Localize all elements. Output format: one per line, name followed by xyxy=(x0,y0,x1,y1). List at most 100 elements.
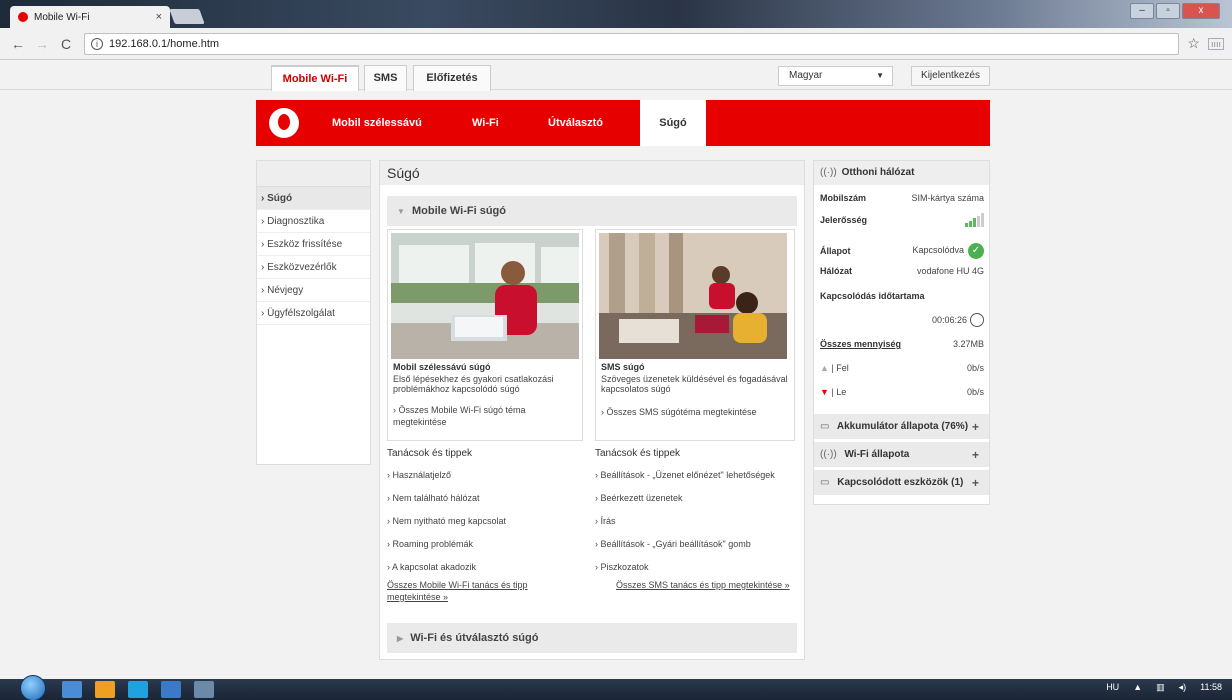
url-input[interactable]: i 192.168.0.1/home.htm xyxy=(84,32,1180,55)
bookmark-star-icon[interactable]: ☆ xyxy=(1187,35,1200,52)
minimize-button[interactable]: ‒ xyxy=(1130,3,1154,19)
duration-value: 00:06:26 xyxy=(931,315,967,325)
all-sms-help-link[interactable]: › Összes SMS súgótéma megtekintése xyxy=(601,406,787,418)
tip-link[interactable]: › Beérkezett üzenetek xyxy=(595,493,683,503)
tab-mobile-wifi[interactable]: Mobile Wi-Fi xyxy=(271,65,359,91)
download-label: | Le xyxy=(831,387,847,397)
panel-header: ((·)) Otthoni hálózat xyxy=(814,161,989,185)
window-controls: ‒ ▫ x xyxy=(1130,3,1220,19)
outlook-taskbar-icon[interactable] xyxy=(95,681,115,698)
wifi-router-help-section[interactable]: ▶ Wi-Fi és útválasztó súgó xyxy=(387,623,797,653)
section-title: Mobile Wi-Fi súgó xyxy=(411,205,506,217)
sidebar-item-device-update[interactable]: › Eszköz frissítése xyxy=(257,233,370,256)
extension-icon[interactable]: ıııı xyxy=(1207,37,1224,50)
sidebar-item-diagnostics[interactable]: › Diagnosztika xyxy=(257,210,370,233)
wifi-status-accordion[interactable]: ((·)) Wi-Fi állapota + xyxy=(814,441,989,467)
tip-link[interactable]: › Piszkozatok xyxy=(595,562,649,572)
tip-link[interactable]: › Használatjelző xyxy=(387,470,451,480)
tip-link[interactable]: › Beállítások - „Üzenet előnézet" lehető… xyxy=(595,470,775,480)
battery-status-accordion[interactable]: ▭ Akkumulátor állapota (76%) + xyxy=(814,413,989,439)
internet-explorer-taskbar-icon[interactable] xyxy=(161,681,181,698)
start-button[interactable] xyxy=(20,675,46,700)
all-mobile-wifi-help-link[interactable]: › Összes Mobile Wi-Fi súgó téma megtekin… xyxy=(393,404,579,428)
mobile-number-label: Mobilszám xyxy=(820,193,867,203)
language-indicator[interactable]: HU xyxy=(1106,682,1119,693)
tip-link[interactable]: › Nem található hálózat xyxy=(387,493,480,503)
tab-subscription[interactable]: Előfizetés xyxy=(413,65,491,91)
status-row: Állapot Kapcsolódva ✓ xyxy=(820,243,984,259)
chrome-taskbar-icon[interactable] xyxy=(62,681,82,698)
tips-title-left: Tanácsok és tippek xyxy=(387,448,473,459)
tab-sms[interactable]: SMS xyxy=(364,65,407,91)
connected-devices-accordion[interactable]: ▭ Kapcsolódott eszközök (1) + xyxy=(814,469,989,495)
total-usage-link[interactable]: Összes mennyiség xyxy=(820,339,901,349)
status-value: Kapcsolódva xyxy=(912,245,964,255)
nav-router[interactable]: Útválasztó xyxy=(548,100,603,146)
chevron-down-icon: ▼ xyxy=(397,207,405,216)
top-navigation: Mobile Wi-Fi SMS Előfizetés Magyar ▼ Kij… xyxy=(0,60,1232,91)
clock-time[interactable]: 11:58 xyxy=(1200,682,1222,693)
skype-taskbar-icon[interactable] xyxy=(128,681,148,698)
nav-help[interactable]: Súgó xyxy=(640,100,706,146)
sidebar-item-help[interactable]: › Súgó xyxy=(257,187,370,210)
tip-link[interactable]: › Beállítások - „Gyári beállítások" gomb xyxy=(595,539,751,549)
home-network-panel: ((·)) Otthoni hálózat Mobilszám SIM-kárt… xyxy=(813,160,990,505)
vodafone-logo-icon[interactable] xyxy=(269,108,299,138)
mobile-wifi-help-section[interactable]: ▼ Mobile Wi-Fi súgó xyxy=(387,196,797,226)
nav-mobile-broadband[interactable]: Mobil szélessávú xyxy=(332,100,422,146)
download-row: ▼ | Le 0b/s xyxy=(820,387,984,397)
network-label: Hálózat xyxy=(820,266,853,276)
wifi-icon: ((·)) xyxy=(820,449,837,460)
sidebar-header xyxy=(257,161,370,187)
windows-taskbar: HU ▲ ▥ ◂) 11:58 xyxy=(0,675,1232,700)
signal-strength-icon xyxy=(965,213,984,227)
card-description: Szöveges üzenetek küldésével és fogadásá… xyxy=(601,374,788,394)
close-window-button[interactable]: x xyxy=(1182,3,1220,19)
address-bar: ← → C i 192.168.0.1/home.htm ☆ ıııı xyxy=(0,28,1232,60)
new-tab-button[interactable] xyxy=(169,9,205,24)
card-title: Mobil szélessávú súgó xyxy=(393,362,491,372)
sidebar-item-device-controls[interactable]: › Eszközvezérlők xyxy=(257,256,370,279)
tab-close-icon[interactable]: × xyxy=(156,11,162,23)
sidebar-item-about[interactable]: › Névjegy xyxy=(257,279,370,302)
all-sms-tips-link[interactable]: Összes SMS tanács és tipp megtekintése » xyxy=(616,579,790,591)
upload-value: 0b/s xyxy=(966,363,984,373)
volume-icon[interactable]: ◂) xyxy=(1179,682,1187,693)
sidebar-item-support[interactable]: › Ügyfélszolgálat xyxy=(257,302,370,325)
card-description: Első lépésekhez és gyakori csatlakozási … xyxy=(393,374,554,394)
logout-button[interactable]: Kijelentkezés xyxy=(911,66,990,86)
reload-icon[interactable]: C xyxy=(56,36,76,52)
total-usage-row: Összes mennyiség 3.27MB xyxy=(820,339,984,349)
browser-tab[interactable]: Mobile Wi-Fi × xyxy=(10,6,170,28)
tip-link[interactable]: › Roaming problémák xyxy=(387,539,473,549)
plus-icon: + xyxy=(971,448,979,462)
all-mobile-wifi-tips-link[interactable]: Összes Mobile Wi-Fi tanács és tipp megte… xyxy=(387,579,557,603)
mobile-broadband-help-card: Mobil szélessávú súgó Első lépésekhez és… xyxy=(387,229,583,441)
card-title: SMS súgó xyxy=(601,362,645,372)
connected-devices-label: Kapcsolódott eszközök (1) xyxy=(837,477,964,488)
tip-link[interactable]: › A kapcsolat akadozik xyxy=(387,562,476,572)
tray-arrow-icon[interactable]: ▲ xyxy=(1133,682,1142,693)
forward-arrow-icon[interactable]: → xyxy=(32,36,52,52)
network-taskbar-icon[interactable] xyxy=(194,681,214,698)
plus-icon: + xyxy=(971,420,979,434)
duration-row: Kapcsolódás időtartama xyxy=(820,291,984,301)
tip-link[interactable]: › Írás xyxy=(595,516,616,526)
url-text: 192.168.0.1/home.htm xyxy=(109,37,220,50)
signal-label: Jelerősség xyxy=(820,215,868,225)
total-usage-value: 3.27MB xyxy=(952,339,984,349)
tip-link[interactable]: › Nem nyitható meg kapcsolat xyxy=(387,516,506,526)
download-arrow-icon: ▼ xyxy=(820,387,829,397)
network-tray-icon[interactable]: ▥ xyxy=(1156,682,1165,693)
duration-label: Kapcsolódás időtartama xyxy=(820,291,925,301)
status-label: Állapot xyxy=(820,246,851,256)
back-arrow-icon[interactable]: ← xyxy=(8,36,28,52)
language-select[interactable]: Magyar ▼ xyxy=(778,66,893,86)
maximize-button[interactable]: ▫ xyxy=(1156,3,1180,19)
page-title: Súgó xyxy=(380,161,804,185)
upload-arrow-icon: ▲ xyxy=(820,363,829,373)
info-icon[interactable]: i xyxy=(91,37,103,50)
upload-label: | Fel xyxy=(831,363,849,373)
nav-wifi[interactable]: Wi-Fi xyxy=(472,100,499,146)
network-row: Hálózat vodafone HU 4G xyxy=(820,266,984,276)
